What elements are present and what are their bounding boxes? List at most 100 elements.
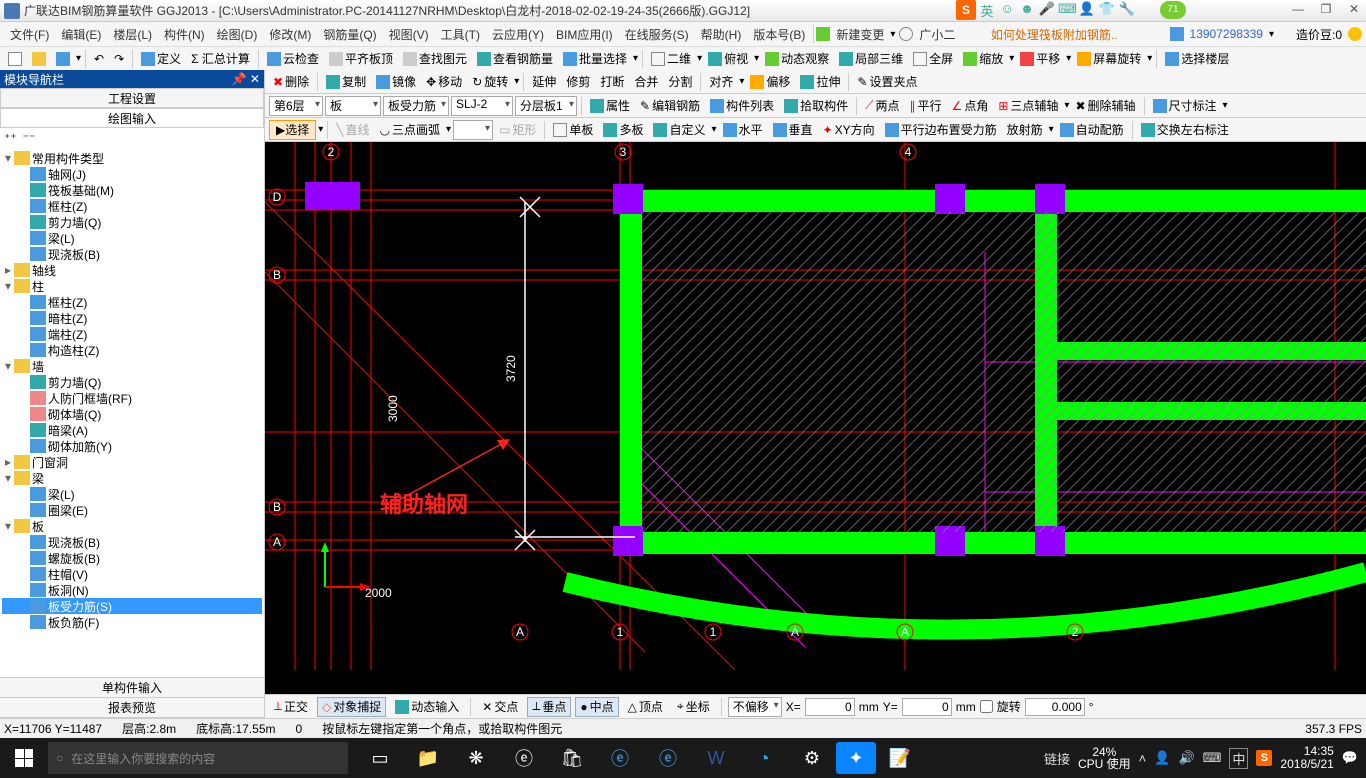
tree-wall-0[interactable]: 剪力墙(Q) [2, 374, 262, 390]
ime-smile-icon[interactable]: ☺ [998, 1, 1016, 19]
tree-slab-5[interactable]: 板负筋(F) [2, 614, 262, 630]
close-button[interactable]: ✕ [1346, 2, 1362, 18]
2d-button[interactable]: 二维 [647, 49, 695, 69]
tab-project-settings[interactable]: 工程设置 [0, 88, 264, 108]
task-store-icon[interactable]: 🛍 [548, 738, 596, 778]
maximize-button[interactable]: ❐ [1318, 2, 1334, 18]
stretch-button[interactable]: 拉伸 [796, 72, 844, 92]
tray-up-icon[interactable]: ˄ [1139, 751, 1147, 766]
ime-keyboard-icon[interactable]: ⌨ [1058, 1, 1076, 19]
cpu-meter[interactable]: 24%CPU 使用 [1078, 746, 1131, 770]
tab-single-input[interactable]: 单构件输入 [0, 678, 264, 698]
ime-wrench-icon[interactable]: 🔧 [1118, 1, 1136, 19]
two-point-button[interactable]: ⟋两点 [861, 96, 903, 116]
new-change-button[interactable]: 新建变更 [830, 26, 890, 43]
trim-button[interactable]: 修剪 [562, 72, 594, 92]
intersection-toggle[interactable]: ✕交点 [477, 697, 523, 717]
component-list-button[interactable]: 构件列表 [706, 96, 778, 116]
menu-help[interactable]: 帮助(H) [695, 26, 748, 43]
task-fan-icon[interactable]: ❋ [452, 738, 500, 778]
tree-beam-1[interactable]: 圈梁(E) [2, 502, 262, 518]
tree-slab-0[interactable]: 现浇板(B) [2, 534, 262, 550]
undo-button[interactable]: ↶ [90, 49, 108, 69]
horiz-button[interactable]: 水平 [719, 120, 767, 140]
radial-button[interactable]: 放射筋 [1003, 120, 1047, 140]
y-input[interactable] [902, 698, 952, 716]
align-button[interactable]: 对齐 [705, 72, 737, 92]
pick-component-button[interactable]: 拾取构件 [780, 96, 852, 116]
pan-button[interactable]: 平移 [1016, 49, 1064, 69]
vert-button[interactable]: 垂直 [769, 120, 817, 140]
expand-all-icon[interactable]: ⁺⁺ [4, 131, 17, 145]
batch-select-button[interactable]: 批量选择 [559, 49, 631, 69]
multi-slab-button[interactable]: 多板 [599, 120, 647, 140]
tab-report-preview[interactable]: 报表预览 [0, 698, 264, 718]
tree-cast-slab[interactable]: 现浇板(B) [2, 246, 262, 262]
select-layer-button[interactable]: 选择楼层 [1161, 49, 1233, 69]
open-file-button[interactable] [28, 49, 50, 69]
menu-tools[interactable]: 工具(T) [435, 26, 486, 43]
shape-dropdown[interactable] [453, 120, 493, 140]
task-word-icon[interactable]: W [692, 738, 740, 778]
ortho-toggle[interactable]: ⟂正交 [269, 697, 313, 717]
tree-slab-1[interactable]: 螺旋板(B) [2, 550, 262, 566]
set-grip-button[interactable]: ✎设置夹点 [853, 72, 921, 92]
view-rebar-button[interactable]: 查看钢筋量 [473, 49, 557, 69]
pin-icon[interactable]: 📌 ✕ [232, 72, 260, 86]
tree-wall-1[interactable]: 人防门框墙(RF) [2, 390, 262, 406]
task-edge2-icon[interactable]: ⓔ [596, 738, 644, 778]
tree-col-3[interactable]: 构造柱(Z) [2, 342, 262, 358]
taskbar-search[interactable]: ○ 在这里输入你要搜索的内容 [48, 742, 348, 774]
task-view-icon[interactable]: ▭ [356, 738, 404, 778]
auto-place-button[interactable]: 自动配筋 [1056, 120, 1128, 140]
task-app-icon[interactable]: ✦ [836, 742, 876, 774]
angle-input[interactable] [1025, 698, 1085, 716]
drawing-canvas[interactable]: 234 DBBA A11AA2 3720 3000 2000 辅助轴网 [265, 142, 1366, 694]
delete-button[interactable]: ✖删除 [269, 72, 313, 92]
ime-mic-icon[interactable]: 🎤 [1038, 1, 1056, 19]
arc3-button[interactable]: ◡三点画弧 [376, 120, 445, 140]
component-tree[interactable]: ▾常用构件类型 轴网(J) 筏板基础(M) 框柱(Z) 剪力墙(Q) 梁(L) … [0, 148, 264, 677]
task-gear-icon[interactable]: ⚙ [788, 738, 836, 778]
rotate-checkbox[interactable] [980, 700, 993, 713]
ime-user-icon[interactable]: 👤 [1078, 1, 1096, 19]
vertex-toggle[interactable]: △顶点 [623, 697, 668, 717]
tray-volume-icon[interactable]: 🔊 [1178, 750, 1194, 766]
menu-component[interactable]: 构件(N) [158, 26, 211, 43]
tray-lang-icon[interactable]: ⌨ [1203, 750, 1222, 766]
xy-dir-button[interactable]: ✦XY方向 [819, 120, 879, 140]
offset-button[interactable]: 偏移 [746, 72, 794, 92]
copy-button[interactable]: 复制 [322, 72, 370, 92]
save-button[interactable] [52, 49, 74, 69]
menu-rebar[interactable]: 钢筋量(Q) [317, 26, 382, 43]
new-file-button[interactable] [4, 49, 26, 69]
tab-drawing-input[interactable]: 绘图输入 [0, 108, 264, 128]
point-angle-button[interactable]: ∠点角 [948, 96, 993, 116]
ime-shirt-icon[interactable]: 👕 [1098, 1, 1116, 19]
menu-modify[interactable]: 修改(M) [263, 26, 317, 43]
tree-beam-l[interactable]: 梁(L) [2, 230, 262, 246]
midpoint-toggle[interactable]: ●中点 [575, 697, 618, 717]
floor-dropdown[interactable]: 第6层 [269, 96, 323, 116]
attr-button[interactable]: 属性 [586, 96, 634, 116]
fullscreen-button[interactable]: 全屏 [909, 49, 957, 69]
tree-beam-0[interactable]: 梁(L) [2, 486, 262, 502]
floor-plate-dropdown[interactable]: 分层板1 [515, 96, 577, 116]
subcomponent-dropdown[interactable]: 板受力筋 [383, 96, 449, 116]
edit-rebar-button[interactable]: ✎编辑钢筋 [636, 96, 704, 116]
line-button[interactable]: ╲直线 [332, 120, 373, 140]
dim-note-button[interactable]: 尺寸标注 [1149, 96, 1221, 116]
single-slab-button[interactable]: 单板 [549, 120, 597, 140]
tree-wall-4[interactable]: 砌体加筋(Y) [2, 438, 262, 454]
tree-slab-rebar[interactable]: 板受力筋(S) [2, 598, 262, 614]
dynamic-input-toggle[interactable]: 动态输入 [390, 697, 464, 717]
tree-slab-group[interactable]: ▾板 [2, 518, 262, 534]
tree-wall-2[interactable]: 砌体墙(Q) [2, 406, 262, 422]
agent-button[interactable]: 广小二 [913, 26, 961, 43]
sum-calc-button[interactable]: Σ 汇总计算 [187, 49, 254, 69]
tree-col-0[interactable]: 框柱(Z) [2, 294, 262, 310]
split-button[interactable]: 分割 [664, 72, 696, 92]
select-mode-button[interactable]: ▶ 选择 [269, 120, 316, 140]
tray-link[interactable]: 链接 [1044, 749, 1070, 768]
dynamic-view-button[interactable]: 动态观察 [761, 49, 833, 69]
